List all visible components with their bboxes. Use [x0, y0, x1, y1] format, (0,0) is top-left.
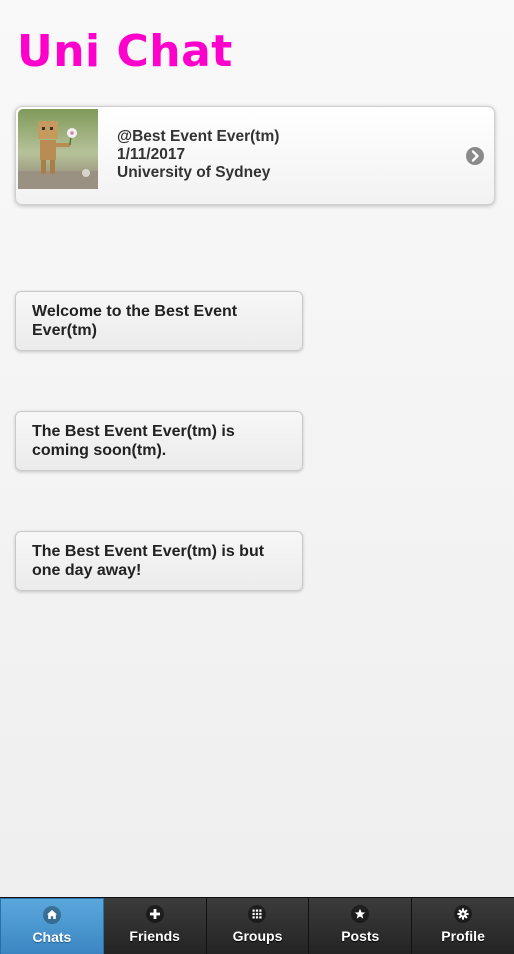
event-thumbnail — [18, 109, 98, 189]
event-name: @Best Event Ever(tm) — [117, 128, 280, 145]
tab-label: Friends — [129, 928, 180, 944]
gear-icon — [454, 905, 473, 923]
chat-message: The Best Event Ever(tm) is coming soon(t… — [15, 411, 303, 471]
event-details: @Best Event Ever(tm) 1/11/2017 Universit… — [117, 128, 279, 182]
home-icon — [42, 906, 61, 924]
event-location: University of Sydney — [117, 164, 271, 181]
plus-icon — [145, 905, 164, 923]
tab-label: Groups — [232, 928, 283, 944]
tab-label: Profile — [441, 928, 485, 944]
app-title: Uni Chat — [17, 26, 233, 77]
grid-icon — [248, 905, 267, 923]
tab-posts[interactable]: Posts — [309, 898, 413, 954]
chat-message: Welcome to the Best Event Ever(tm) — [15, 291, 303, 351]
tab-label: Chats — [32, 929, 72, 945]
tab-profile[interactable]: Profile — [412, 898, 514, 954]
tab-groups[interactable]: Groups — [206, 898, 310, 954]
event-list-item[interactable]: @Best Event Ever(tm) 1/11/2017 Universit… — [15, 106, 495, 205]
star-icon — [351, 905, 370, 923]
chevron-right-icon — [466, 147, 484, 165]
chat-message: The Best Event Ever(tm) is but one day a… — [15, 531, 303, 591]
event-date: 1/11/2017 — [117, 146, 186, 163]
tab-chats[interactable]: Chats — [0, 898, 104, 954]
bottom-tab-bar: Chats Friends Groups Posts Profile — [0, 897, 514, 954]
tab-label: Posts — [341, 928, 380, 944]
tab-friends[interactable]: Friends — [103, 898, 207, 954]
